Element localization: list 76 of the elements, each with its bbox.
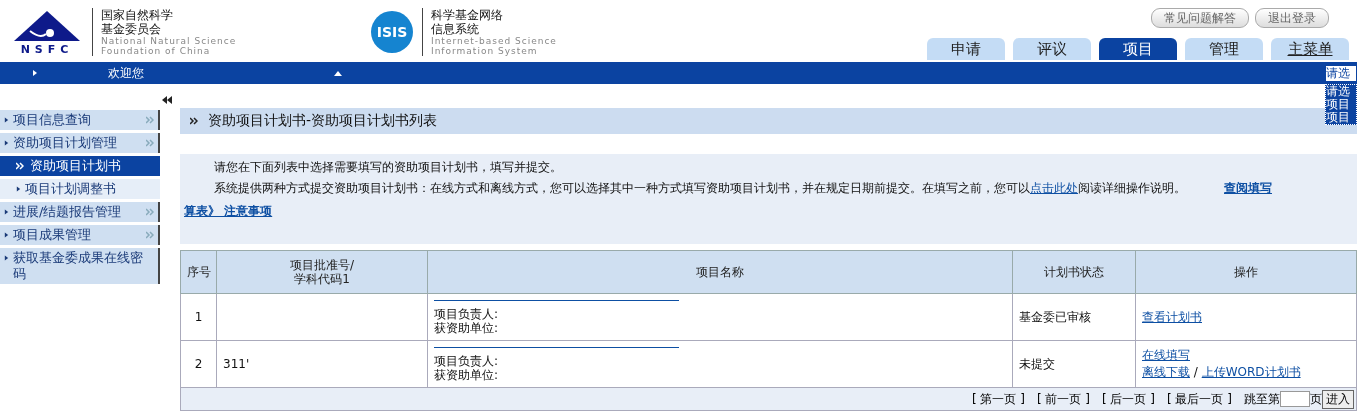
nav-tab[interactable]: 项目 <box>1099 38 1177 60</box>
action-link[interactable]: 离线下载 <box>1142 365 1190 379</box>
sidebar-item[interactable]: 项目成果管理 <box>0 225 160 245</box>
welcome-text: 欢迎您 <box>108 64 144 82</box>
page-link[interactable]: [ 第一页 ] <box>972 390 1025 408</box>
sidebar-item[interactable]: 获取基金委成果在线密码 <box>0 248 160 284</box>
page-title: 资助项目计划书-资助项目计划书列表 <box>208 112 438 130</box>
menu-select[interactable]: 请选 <box>1325 65 1357 82</box>
org-name-english: Foundation of China <box>101 46 212 56</box>
sidebar-item[interactable]: 项目计划调整书 <box>0 179 160 199</box>
leader-label: 项目负责人: <box>434 353 500 368</box>
column-header: 操作 <box>1135 250 1357 294</box>
column-header: 序号 <box>180 250 217 294</box>
unit-label: 获资助单位: <box>434 367 500 382</box>
dropdown-option[interactable]: 项目 <box>1326 98 1356 111</box>
double-chevron-icon <box>190 117 198 125</box>
column-header: 计划书状态 <box>1012 250 1136 294</box>
instruction-text: 系统提供两种方式提交资助项目计划书：在线方式和离线方式，您可以选择其中一种方式填写资助项目计划书，并在规定日期前提交。在填写之前，您可以点击此处阅读详细操作说明。 <box>214 181 1186 195</box>
system-logo: ISIS <box>370 10 414 54</box>
arrow-icon <box>4 231 9 239</box>
org-name: 基金委员会 <box>101 22 162 36</box>
action-link[interactable]: 查看计划书 <box>1142 309 1202 324</box>
jump-label: 跳至第 <box>1244 390 1280 408</box>
table-cell: 未提交 <box>1012 340 1136 388</box>
header-link[interactable]: 退出登录 <box>1255 8 1329 28</box>
nav-tab[interactable]: 评议 <box>1013 38 1091 60</box>
separator-text: / <box>1192 365 1199 379</box>
system-name: 科学基金网络 <box>431 8 504 22</box>
action-link[interactable]: 上传WORD计划书 <box>1201 365 1301 379</box>
system-name: 信息系统 <box>431 22 480 36</box>
page-input[interactable] <box>1280 391 1310 407</box>
arrow-icon <box>4 139 9 147</box>
help-link[interactable]: 点击此处 <box>1030 181 1078 195</box>
nav-tab[interactable]: 主菜单 <box>1271 38 1349 60</box>
arrow-icon <box>16 185 21 193</box>
double-chevron-icon <box>146 208 154 216</box>
table-cell: 311' <box>216 340 428 388</box>
sidebar-item[interactable]: 进展/结题报告管理 <box>0 202 160 222</box>
guide-link[interactable]: 算表》 注意事项 <box>184 204 273 218</box>
unit-label: 获资助单位: <box>434 320 500 335</box>
sidebar-item[interactable]: 资助项目计划管理 <box>0 133 160 153</box>
dropdown-option[interactable]: 请选 <box>1326 85 1356 98</box>
page-link[interactable]: [ 最后一页 ] <box>1167 390 1232 408</box>
sidebar-item[interactable]: 项目信息查询 <box>0 110 160 130</box>
system-name-english: Internet-based Science <box>431 36 557 46</box>
double-chevron-icon <box>16 162 24 170</box>
arrow-icon <box>4 208 9 216</box>
double-chevron-icon <box>146 116 154 124</box>
guide-link[interactable]: 查阅填写 <box>1224 180 1272 197</box>
column-header: 项目批准号/ 学科代码1 <box>216 250 428 294</box>
up-arrow-icon <box>334 70 342 76</box>
go-button[interactable]: 进入 <box>1322 389 1354 409</box>
arrow-icon <box>4 254 9 262</box>
arrow-icon <box>4 116 9 124</box>
org-name-english: National Natural Science <box>101 36 237 46</box>
double-chevron-icon <box>146 139 154 147</box>
arrow-icon <box>32 69 38 77</box>
collapse-icon[interactable] <box>162 96 172 104</box>
column-header: 项目名称 <box>427 250 1013 294</box>
header-link[interactable]: 常见问题解答 <box>1151 8 1249 28</box>
table-cell: 1 <box>180 293 217 341</box>
instruction-text: 请您在下面列表中选择需要填写的资助项目计划书，填写并提交。 <box>214 160 563 174</box>
leader-label: 项目负责人: <box>434 306 500 321</box>
org-name: 国家自然科学 <box>101 8 174 22</box>
double-chevron-icon <box>146 231 154 239</box>
page-link[interactable]: [ 后一页 ] <box>1102 390 1155 408</box>
sidebar-item[interactable]: 资助项目计划书 <box>0 156 160 176</box>
table-cell: 2 <box>180 340 217 388</box>
table-cell: 基金委已审核 <box>1012 293 1136 341</box>
action-link[interactable]: 在线填写 <box>1142 348 1190 362</box>
page-link[interactable]: [ 前一页 ] <box>1037 390 1090 408</box>
dropdown-option[interactable]: 项目 <box>1326 111 1356 124</box>
system-name-english: Information System <box>431 46 539 56</box>
page-suffix: 页 <box>1310 390 1322 408</box>
nav-tab[interactable]: 申请 <box>927 38 1005 60</box>
nav-tab[interactable]: 管理 <box>1185 38 1263 60</box>
